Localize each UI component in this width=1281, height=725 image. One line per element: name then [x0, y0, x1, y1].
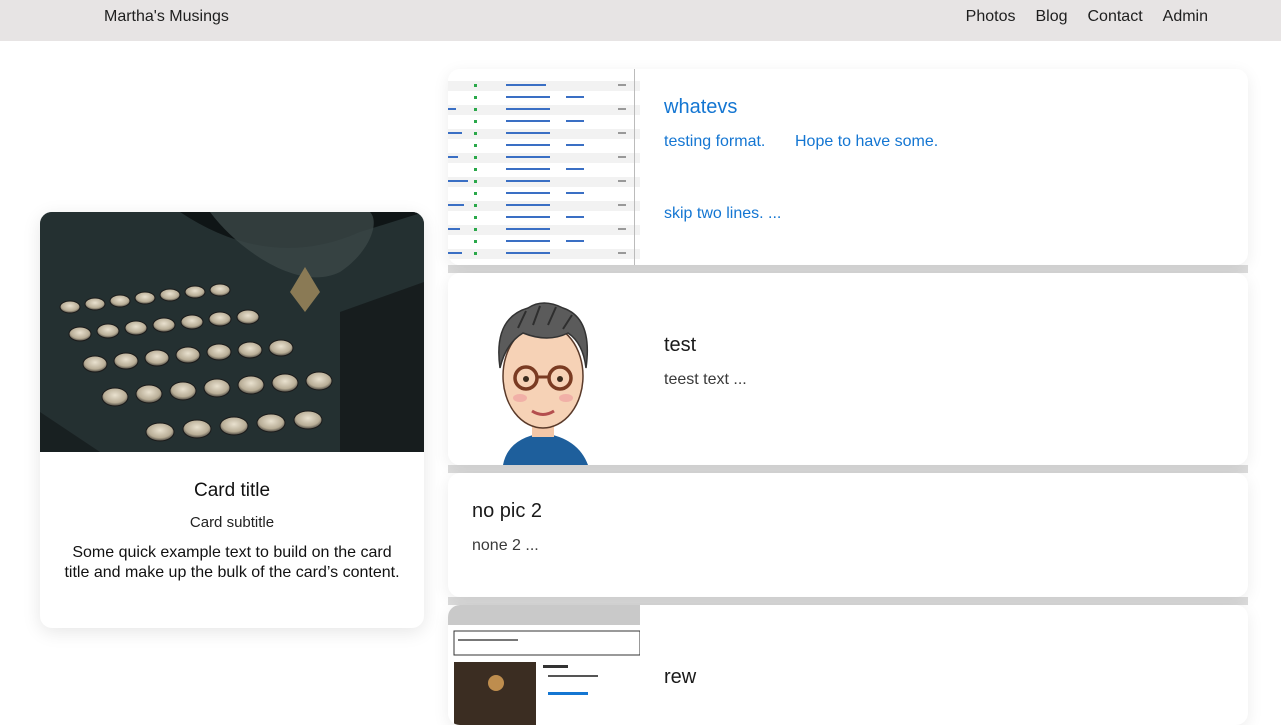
card-text: Some quick example text to build on the … [64, 544, 400, 581]
post-card-test[interactable]: test teest text ... [448, 273, 1248, 465]
post-title[interactable]: rew [664, 666, 696, 689]
post-thumbnail-avatar [448, 273, 640, 465]
post-card-whatevs[interactable]: whatevs testing format. Hope to have som… [448, 69, 1248, 265]
feature-card-body: Card title Card subtitle Some quick exam… [40, 480, 424, 583]
nav-link-admin[interactable]: Admin [1163, 8, 1208, 26]
card-divider [448, 597, 1248, 605]
navbar: Martha's Musings Photos Blog Contact Adm… [0, 0, 1281, 41]
nav-links: Photos Blog Contact Admin [966, 8, 1208, 26]
post-title[interactable]: whatevs [664, 96, 737, 119]
card-divider [448, 265, 1248, 273]
post-text: skip two lines. ... [664, 205, 782, 222]
post-thumbnail-screenshot [448, 605, 640, 725]
post-title[interactable]: no pic 2 [472, 500, 542, 523]
post-card-no-pic-2[interactable]: no pic 2 none 2 ... [448, 473, 1248, 597]
post-text: none 2 ... [472, 537, 539, 554]
feature-card: Card title Card subtitle Some quick exam… [40, 212, 424, 628]
post-text: Hope to have some. [795, 133, 939, 150]
post-text: teest text ... [664, 371, 747, 388]
post-card-rew[interactable]: rew [448, 605, 1248, 725]
post-title[interactable]: test [664, 334, 696, 357]
card-title: Card title [193, 480, 271, 501]
nav-link-photos[interactable]: Photos [966, 8, 1016, 26]
nav-link-contact[interactable]: Contact [1088, 8, 1143, 26]
post-thumbnail-spreadsheet [448, 69, 640, 265]
nav-link-blog[interactable]: Blog [1035, 8, 1067, 26]
post-text: testing format. [664, 133, 766, 150]
brand-link[interactable]: Martha's Musings [104, 8, 229, 26]
typewriter-image [40, 212, 424, 452]
card-subtitle: Card subtitle [189, 514, 275, 531]
card-divider [448, 465, 1248, 473]
